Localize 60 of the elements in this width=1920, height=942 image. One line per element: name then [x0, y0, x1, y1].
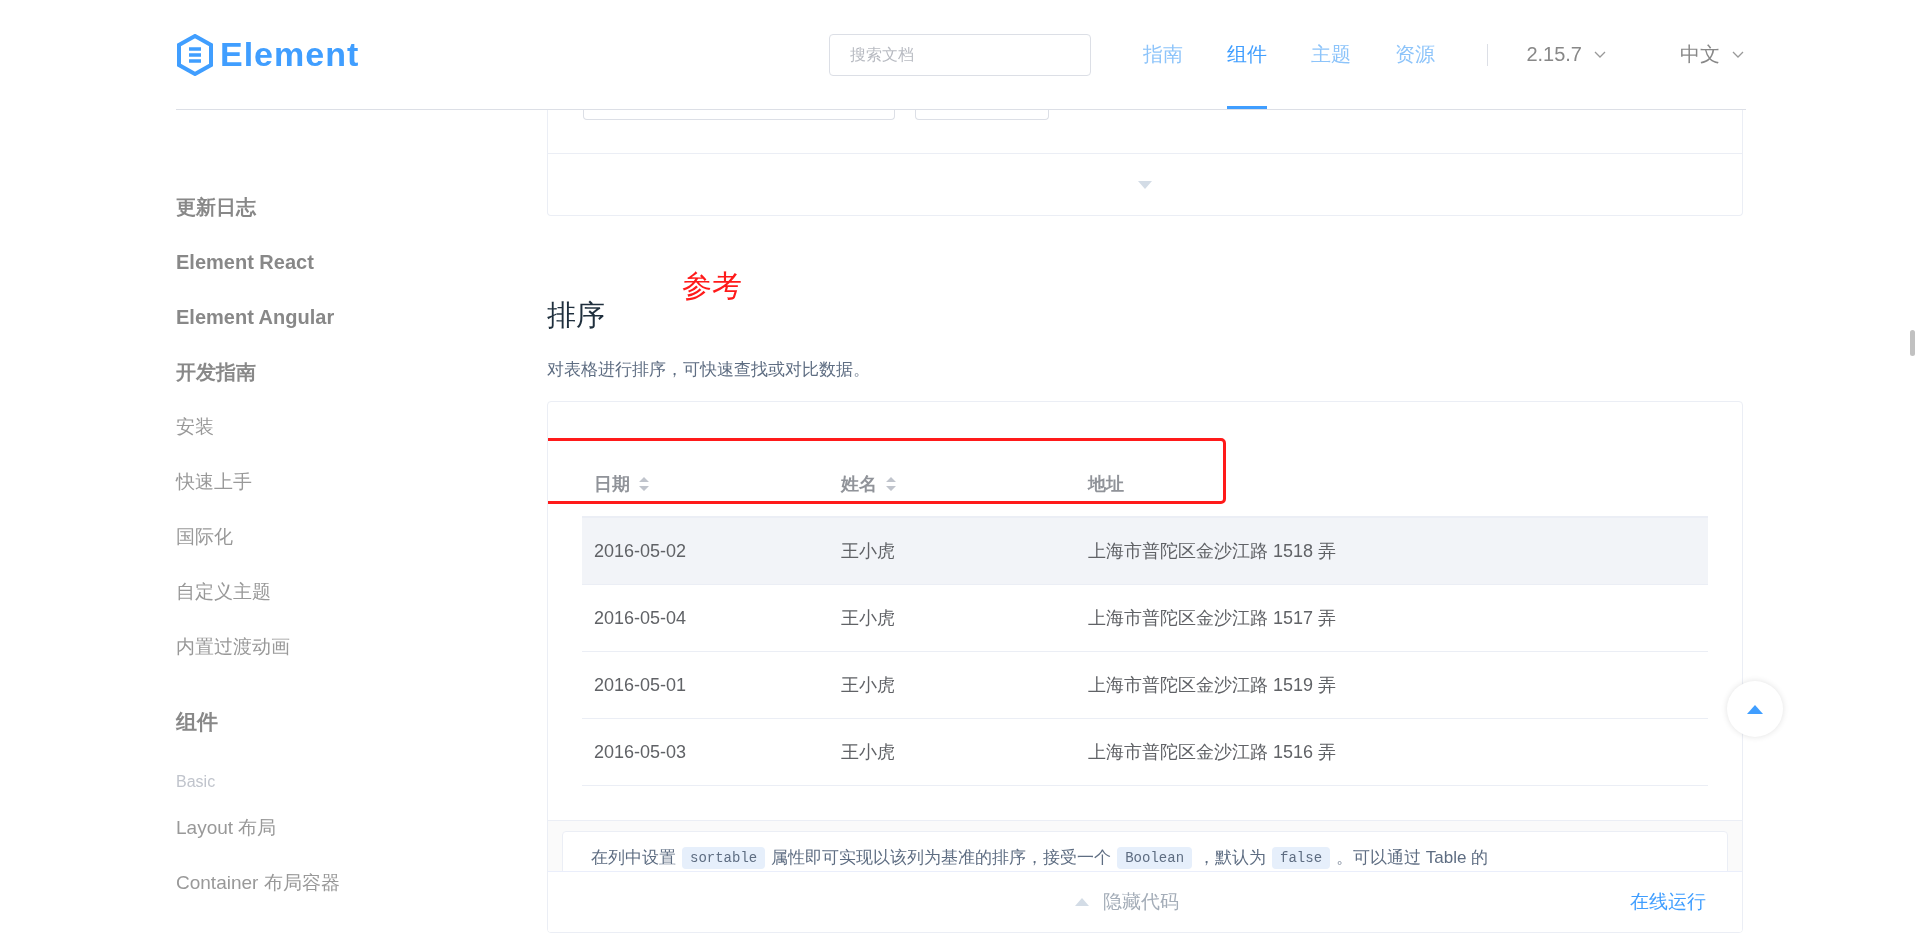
table-cell-text: 王小虎 [841, 674, 895, 697]
annotation-text: 参考 [682, 268, 742, 304]
nav-link[interactable]: 组件 [1227, 0, 1268, 109]
section-description: 对表格进行排序，可快速查找或对比数据。 [547, 359, 871, 381]
logo-text[interactable]: Element [220, 35, 360, 74]
input-field[interactable] [915, 110, 1049, 120]
table-cell-text: 上海市普陀区金沙江路 1516 弄 [1088, 741, 1337, 764]
sidebar-item[interactable]: 更新日志 [176, 192, 256, 247]
code-tag: sortable [682, 846, 766, 869]
caret-down-icon[interactable] [1138, 180, 1152, 189]
run-online-link[interactable]: 在线运行 [1630, 889, 1706, 915]
hide-code-button[interactable]: 隐藏代码 [1069, 888, 1185, 916]
table-cell-text: 王小虎 [841, 607, 895, 630]
code-tag: Boolean [1117, 846, 1193, 869]
chevron-down-icon [1594, 50, 1606, 59]
table-cell-text: 上海市普陀区金沙江路 1518 弄 [1088, 540, 1337, 563]
table-cell-text: 王小虎 [841, 540, 895, 563]
input-field[interactable] [583, 110, 895, 120]
caret-up-icon [1746, 703, 1764, 715]
table-cell: 2016-05-02 [594, 540, 687, 562]
sort-icon[interactable] [638, 477, 650, 491]
column-header: 姓名 [841, 473, 877, 496]
version-dropdown[interactable]: 2.15.7 [1526, 43, 1606, 66]
nav-link[interactable]: 指南 [1143, 0, 1184, 109]
language-dropdown[interactable]: 中文 [1680, 41, 1744, 68]
description-text: ，默认为 [1198, 847, 1267, 869]
sidebar-item[interactable]: Layout 布局 [176, 813, 277, 868]
search-field[interactable]: 搜索文档 [829, 33, 1092, 76]
table-cell-text: 上海市普陀区金沙江路 1517 弄 [1088, 607, 1337, 630]
sidebar-item[interactable]: 开发指南 [176, 357, 256, 412]
sort-icon[interactable] [885, 477, 897, 491]
code-tag: false [1272, 846, 1331, 869]
sidebar-item[interactable]: Element React [176, 247, 314, 302]
sidebar-item[interactable]: 国际化 [176, 522, 233, 577]
caret-up-icon [1075, 898, 1089, 906]
description-text: 属性即可实现以该列为基准的排序，接受一个 [771, 847, 1112, 869]
scrollbar-thumb[interactable] [1910, 330, 1915, 356]
sidebar-item[interactable]: 自定义主题 [176, 577, 271, 632]
section-title: 排序 [547, 298, 605, 333]
table-cell-text: 王小虎 [841, 741, 895, 764]
chevron-down-icon [1732, 50, 1744, 59]
sidebar-item[interactable]: 组件 [176, 707, 218, 767]
sidebar-item[interactable]: Element Angular [176, 302, 335, 357]
sidebar-item[interactable]: 快速上手 [176, 467, 252, 522]
hexagon-logo-icon [176, 33, 214, 76]
sidebar-item[interactable]: Container 布局容器 [176, 868, 340, 923]
back-to-top-button[interactable] [1727, 681, 1783, 737]
category-caption: Basic [176, 772, 216, 792]
column-header: 日期 [594, 473, 630, 496]
column-header: 地址 [1088, 473, 1124, 496]
table-cell: 2016-05-04 [594, 607, 687, 629]
table-cell: 2016-05-01 [594, 674, 687, 696]
description-text: 。可以通过 Table 的 [1336, 847, 1489, 869]
sidebar-item[interactable]: 安装 [176, 412, 214, 467]
description-text: 在列中设置 [591, 847, 676, 869]
sidebar-item[interactable]: 内置过渡动画 [176, 632, 290, 687]
nav-link[interactable]: 资源 [1395, 0, 1436, 109]
table-cell: 2016-05-03 [594, 741, 687, 763]
table-cell-text: 上海市普陀区金沙江路 1519 弄 [1088, 674, 1337, 697]
nav-link[interactable]: 主题 [1311, 0, 1352, 109]
